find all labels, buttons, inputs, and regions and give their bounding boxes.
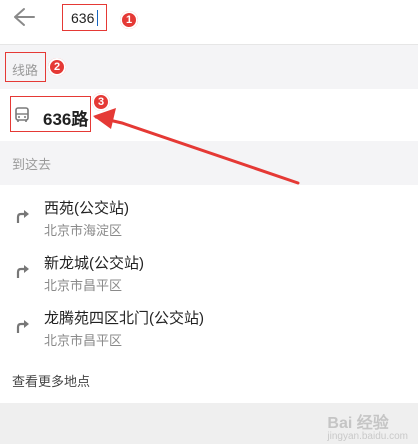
- annotation-arrow: [93, 108, 300, 185]
